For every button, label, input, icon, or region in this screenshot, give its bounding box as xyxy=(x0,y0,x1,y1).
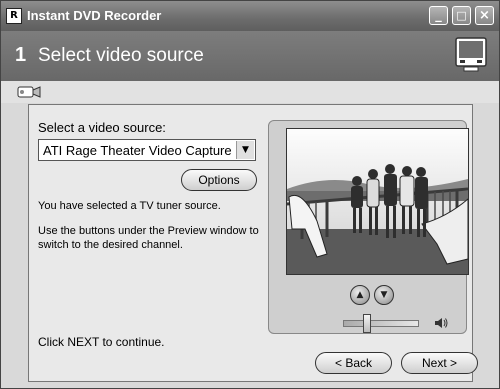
close-button[interactable]: × xyxy=(475,6,494,25)
minimize-button[interactable]: _ xyxy=(429,6,448,25)
volume-slider-thumb[interactable] xyxy=(363,314,372,333)
step-title: Select video source xyxy=(38,45,204,66)
app-icon[interactable]: R xyxy=(6,8,22,24)
preview-image xyxy=(287,129,468,274)
step-number: 1 xyxy=(15,44,27,66)
tuner-info-text: You have selected a TV tuner source. xyxy=(38,200,221,212)
window-title: Instant DVD Recorder xyxy=(27,8,162,23)
preview-panel: ▲ ▼ xyxy=(268,120,469,334)
app-window: R Instant DVD Recorder _ □ × 1 Select vi… xyxy=(0,0,500,389)
video-preview xyxy=(286,128,469,275)
speaker-icon[interactable] xyxy=(434,317,448,329)
source-label: Select a video source: xyxy=(38,120,166,135)
video-source-select[interactable]: ATI Rage Theater Video Capture ▼ xyxy=(38,139,256,161)
title-bar[interactable]: R Instant DVD Recorder _ □ × xyxy=(1,1,499,31)
back-button[interactable]: < Back xyxy=(315,352,392,374)
content-panel: Select a video source: ATI Rage Theater … xyxy=(28,104,478,382)
video-source-value: ATI Rage Theater Video Capture xyxy=(43,143,232,158)
channel-hint-text: Use the buttons under the Preview window… xyxy=(38,225,259,251)
channel-up-button[interactable]: ▲ xyxy=(350,285,370,305)
channel-down-button[interactable]: ▼ xyxy=(374,285,394,305)
options-button[interactable]: Options xyxy=(181,169,257,191)
source-icon-strip xyxy=(1,81,499,103)
maximize-button[interactable]: □ xyxy=(452,6,471,25)
step-header: 1 Select video source xyxy=(1,31,499,81)
next-button[interactable]: Next > xyxy=(401,352,478,374)
continue-instruction: Click NEXT to continue. xyxy=(38,335,165,349)
video-camera-icon[interactable] xyxy=(17,84,41,100)
tv-monitor-icon xyxy=(455,37,487,72)
chevron-down-icon[interactable]: ▼ xyxy=(236,141,254,159)
volume-slider[interactable] xyxy=(343,320,419,327)
